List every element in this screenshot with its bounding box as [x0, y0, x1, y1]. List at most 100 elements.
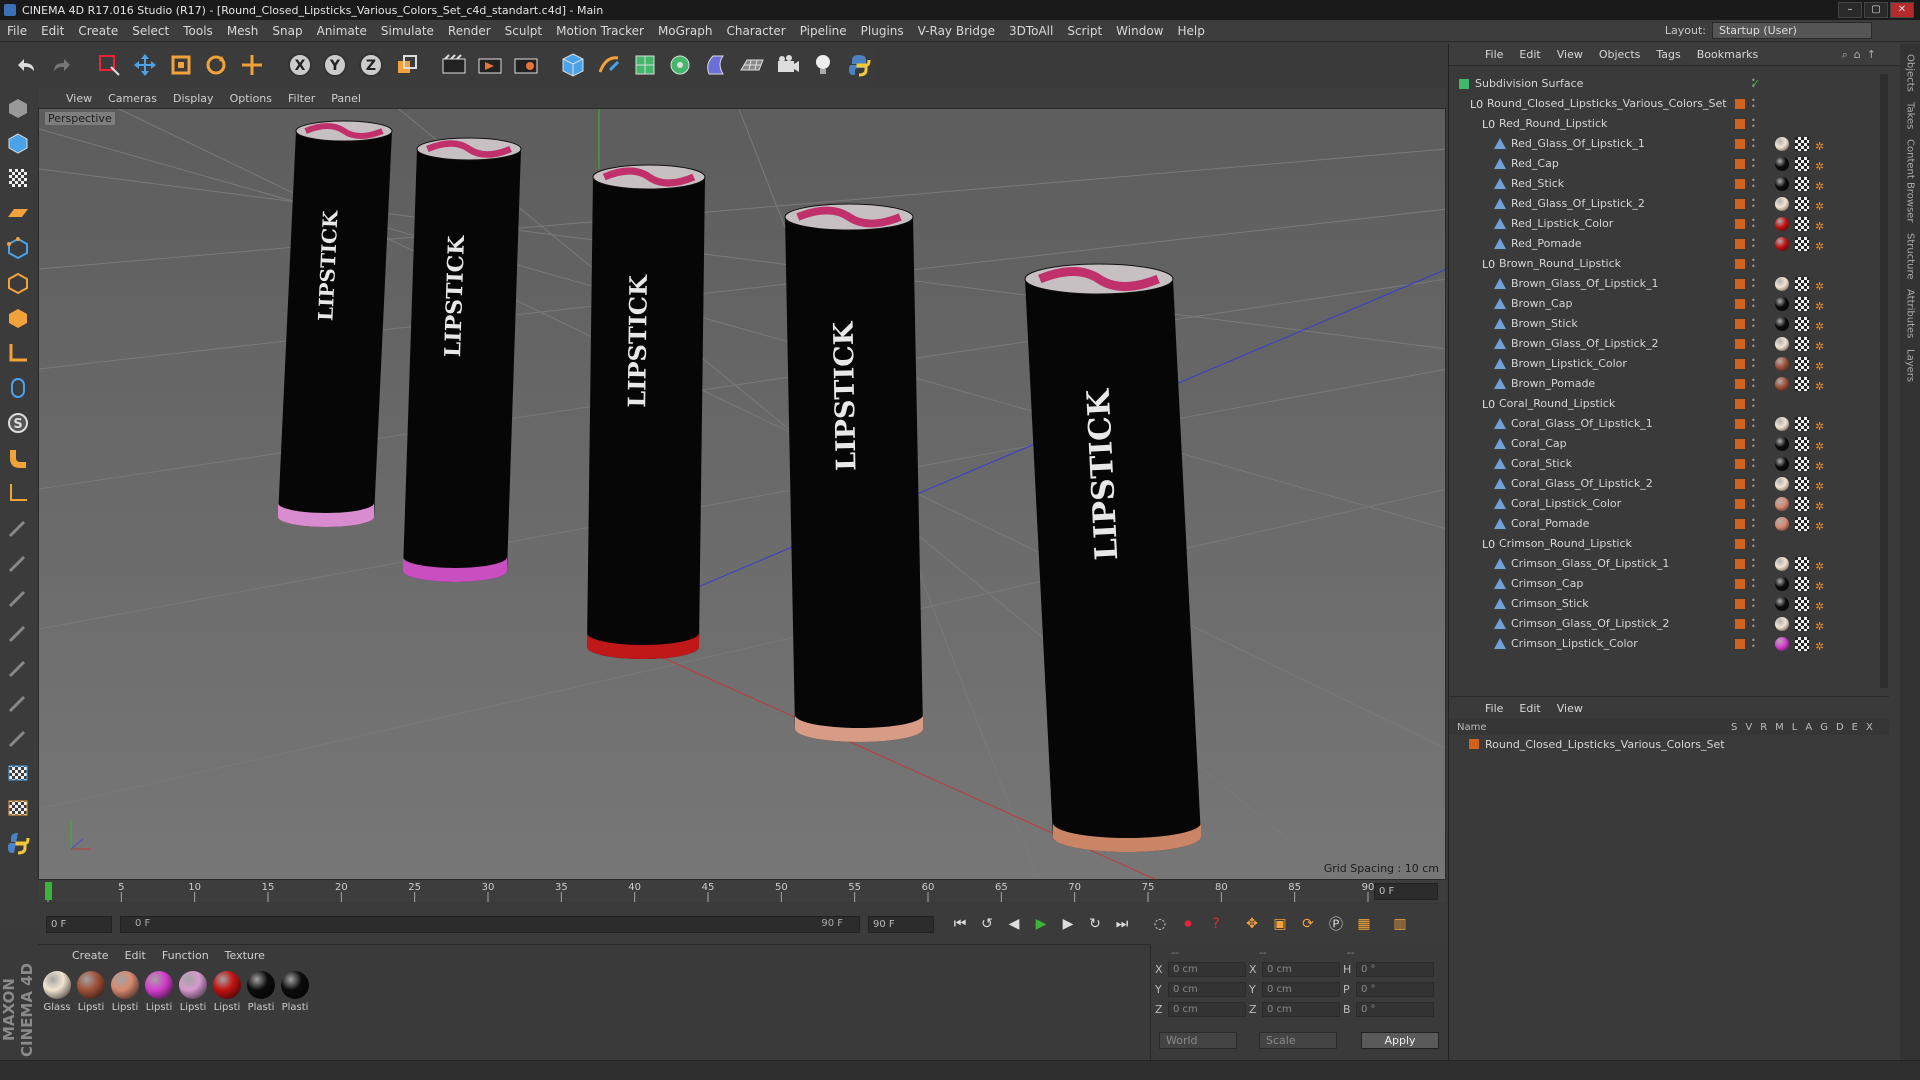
visibility-dots[interactable]: • •: [1751, 97, 1756, 111]
rotate-icon[interactable]: [200, 48, 232, 82]
end-frame-field[interactable]: 90 F: [868, 915, 934, 933]
material-tag-icon[interactable]: [1775, 357, 1789, 371]
visibility-dots[interactable]: • •: [1751, 557, 1756, 571]
visibility-dots[interactable]: • •: [1751, 637, 1756, 651]
side-tab-layers[interactable]: Layers: [1905, 349, 1916, 382]
paint-icon[interactable]: [3, 722, 33, 754]
workplane-icon[interactable]: [3, 197, 33, 229]
render-view-icon[interactable]: [439, 48, 471, 82]
texture-tag-icon[interactable]: [1795, 277, 1809, 291]
material-swatch[interactable]: Plasti: [280, 971, 310, 1013]
menu-simulate[interactable]: Simulate: [374, 24, 441, 38]
x-axis-icon[interactable]: X: [284, 48, 316, 82]
material-swatch[interactable]: Lipsti: [76, 971, 106, 1013]
menu-edit[interactable]: Edit: [34, 24, 71, 38]
visibility-dots[interactable]: • •: [1751, 317, 1756, 331]
object-menu-tags[interactable]: Tags: [1648, 48, 1688, 61]
y-axis-icon[interactable]: Y: [319, 48, 351, 82]
go-to-end-icon[interactable]: ⏭: [1110, 912, 1134, 936]
visibility-dots[interactable]: • •: [1751, 337, 1756, 351]
play-icon[interactable]: ▶: [1029, 912, 1053, 936]
python-icon[interactable]: [843, 48, 875, 82]
object-row[interactable]: Crimson_Lipstick_Color • • ✲: [1449, 634, 1889, 654]
visibility-dots[interactable]: • •: [1751, 117, 1756, 131]
visibility-dots[interactable]: • •: [1751, 297, 1756, 311]
axis-mode-icon[interactable]: [3, 337, 33, 369]
viewport-menu-display[interactable]: Display: [165, 92, 222, 105]
layout-dropdown[interactable]: Startup (User): [1712, 22, 1872, 39]
object-menu-file[interactable]: File: [1477, 48, 1511, 61]
visibility-dots[interactable]: • •: [1751, 577, 1756, 591]
key-rotation-icon[interactable]: ⟳: [1296, 912, 1320, 936]
move-icon[interactable]: [129, 48, 161, 82]
viewport-menu-options[interactable]: Options: [222, 92, 280, 105]
object-row[interactable]: L0 Red_Round_Lipstick • •: [1449, 114, 1889, 134]
texture-tag-icon[interactable]: [1795, 637, 1809, 651]
subdivision-icon[interactable]: [629, 48, 661, 82]
size-mode-dropdown[interactable]: Scale: [1259, 1032, 1337, 1049]
side-tab-content-browser[interactable]: Content Browser: [1905, 139, 1916, 222]
material-tag-icon[interactable]: [1775, 477, 1789, 491]
floor-icon[interactable]: [736, 48, 768, 82]
lipstick-model[interactable]: LIPSTICK: [403, 137, 522, 582]
material-tag-icon[interactable]: [1775, 617, 1789, 631]
lipstick-model[interactable]: LIPSTICK: [784, 203, 923, 742]
polygons-mode-icon[interactable]: [3, 302, 33, 334]
menu-file[interactable]: File: [0, 24, 34, 38]
material-swatch[interactable]: Lipsti: [110, 971, 140, 1013]
material-swatch[interactable]: Lipsti: [212, 971, 242, 1013]
texture-tag-icon[interactable]: [1795, 437, 1809, 451]
material-tag-icon[interactable]: [1775, 517, 1789, 531]
previous-frame-icon[interactable]: ◀: [1002, 912, 1026, 936]
visibility-dots[interactable]: • •: [1751, 477, 1756, 491]
material-tag-icon[interactable]: [1775, 597, 1789, 611]
object-row[interactable]: Crimson_Stick • • ✲: [1449, 594, 1889, 614]
array-icon[interactable]: [665, 48, 697, 82]
object-row[interactable]: Red_Cap • • ✲: [1449, 154, 1889, 174]
visibility-dots[interactable]: • •: [1751, 197, 1756, 211]
previous-key-icon[interactable]: ↺: [975, 912, 999, 936]
visibility-dots[interactable]: • •: [1751, 257, 1756, 271]
texture-tag-icon[interactable]: [1795, 297, 1809, 311]
motion-path-icon[interactable]: ◌: [1148, 912, 1172, 936]
material-tag-icon[interactable]: [1775, 337, 1789, 351]
object-row[interactable]: Coral_Glass_Of_Lipstick_1 • • ✲: [1449, 414, 1889, 434]
layer-menu-view[interactable]: View: [1549, 702, 1591, 715]
key-param-icon[interactable]: Ⓟ: [1324, 912, 1348, 936]
texture-tag-icon[interactable]: [1795, 197, 1809, 211]
enabled-check-icon[interactable]: ✓: [1751, 74, 1760, 94]
timeline-window-icon[interactable]: ▥: [1388, 912, 1412, 936]
material-tag-icon[interactable]: [1775, 197, 1789, 211]
material-tag-icon[interactable]: [1775, 637, 1789, 651]
visibility-dots[interactable]: • •: [1751, 397, 1756, 411]
object-row[interactable]: Brown_Lipstick_Color • • ✲: [1449, 354, 1889, 374]
material-tag-icon[interactable]: [1775, 437, 1789, 451]
record-icon[interactable]: ⏺: [1176, 912, 1200, 936]
texture-tag-icon[interactable]: [1795, 457, 1809, 471]
object-menu-view[interactable]: View: [1549, 48, 1591, 61]
object-menu-objects[interactable]: Objects: [1591, 48, 1649, 61]
visibility-dots[interactable]: • •: [1751, 437, 1756, 451]
texture-tag-icon[interactable]: [1795, 217, 1809, 231]
object-row[interactable]: Brown_Pomade • • ✲: [1449, 374, 1889, 394]
redo-icon[interactable]: [46, 48, 78, 82]
texture-tag-icon[interactable]: [1795, 337, 1809, 351]
object-row[interactable]: Crimson_Cap • • ✲: [1449, 574, 1889, 594]
texture-tag-icon[interactable]: [1795, 177, 1809, 191]
texture-mode-icon[interactable]: [3, 162, 33, 194]
texture-tag-icon[interactable]: [1795, 597, 1809, 611]
model-mode-icon[interactable]: [3, 127, 33, 159]
material-tag-icon[interactable]: [1775, 317, 1789, 331]
visibility-dots[interactable]: • •: [1751, 497, 1756, 511]
sculpt-inflate-icon[interactable]: [3, 652, 33, 684]
snap-icon[interactable]: S: [3, 407, 33, 439]
object-row[interactable]: Brown_Glass_Of_Lipstick_1 • • ✲: [1449, 274, 1889, 294]
object-menu-bookmarks[interactable]: Bookmarks: [1689, 48, 1766, 61]
edges-mode-icon[interactable]: [3, 267, 33, 299]
menu-motion-tracker[interactable]: Motion Tracker: [549, 24, 651, 38]
material-tag-icon[interactable]: [1775, 417, 1789, 431]
material-tag-icon[interactable]: [1775, 157, 1789, 171]
coord-value-field[interactable]: 0 cm: [1168, 962, 1246, 977]
material-tag-icon[interactable]: [1775, 277, 1789, 291]
material-tag-icon[interactable]: [1775, 237, 1789, 251]
